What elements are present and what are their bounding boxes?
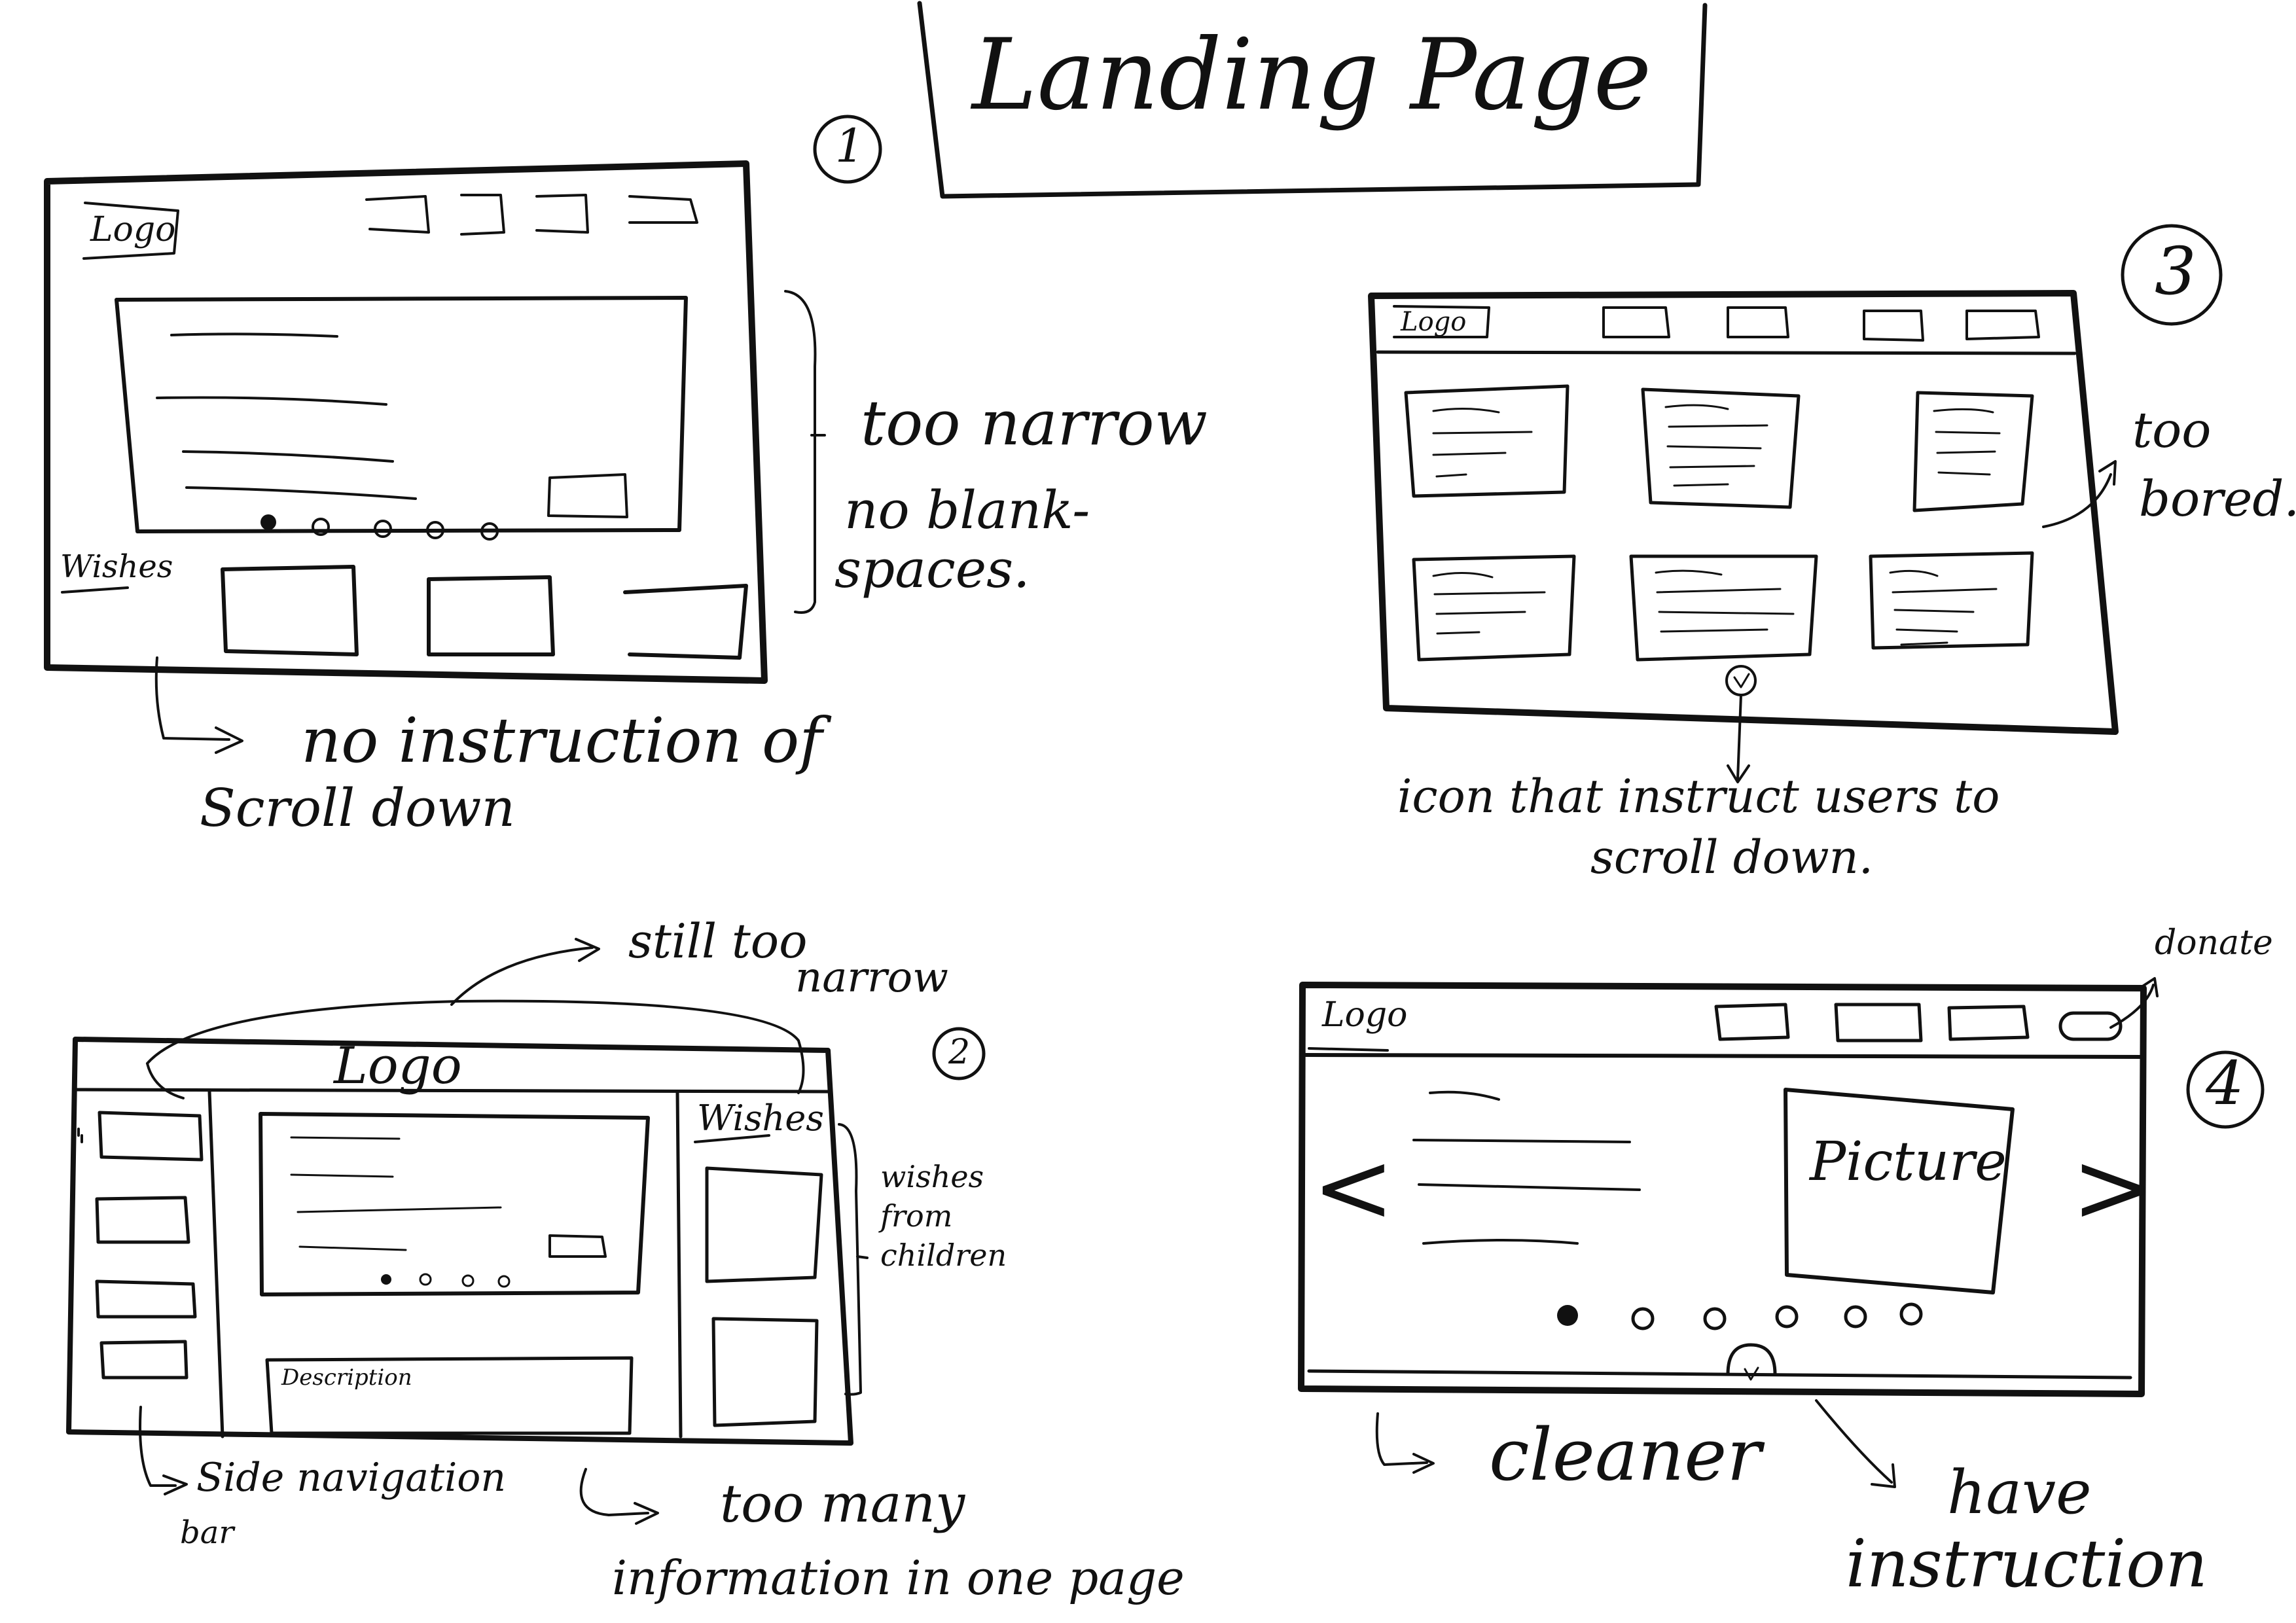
sketch-2-side-note-line-3: children (880, 1238, 1007, 1273)
sketch-1-note-line-1: too narrow (861, 387, 1208, 459)
sketch-1-banner-text-lines (156, 332, 417, 500)
sketch-4-number: 4 (2206, 1048, 2244, 1118)
sketch-1-banner-button (547, 473, 628, 518)
sketch-2-info-comment-line-1: too many (720, 1473, 965, 1534)
sketch-3-number: 3 (2155, 233, 2197, 310)
sketch-4-header-divider (1304, 1053, 2144, 1059)
sketch-4-logo: Logo (1322, 995, 1408, 1035)
sketch-1-wishes-label: Wishes (60, 548, 173, 585)
sketch-2-side-nav-items (95, 1111, 204, 1380)
sketch-1-comment-line-1: no instruction of (301, 705, 823, 777)
sketch-2-wishes-label: Wishes (697, 1097, 824, 1139)
sketch-3-comment-line-1: icon that instruct users to (1397, 770, 2000, 823)
sketch-2-banner-button (548, 1234, 607, 1258)
sketch-3-card-lines (1432, 404, 2001, 646)
sketch-2-banner-box (259, 1112, 650, 1296)
sketch-4-frame (1298, 982, 2147, 1397)
sketch-3-cards (1404, 384, 2034, 662)
sketch-3-note-arrow (2042, 460, 2117, 528)
sketch-2-top-note-line-1: still too (628, 914, 808, 969)
sketch-4-prev-arrow: < (1312, 1131, 1395, 1245)
sketch-1-brace (784, 290, 826, 614)
sketch-3-scroll-chevron (1733, 673, 1750, 688)
sketch-2-edge-tick (77, 1128, 83, 1143)
sketch-1-wishes-underline (61, 586, 129, 594)
sketch-2-dot-active (381, 1274, 391, 1285)
sketch-2-info-arrow (579, 1468, 659, 1525)
page-title: Landing Page (972, 18, 1652, 132)
sketch-2-wish-cards (705, 1166, 823, 1427)
sketch-3-scroll-icon (1725, 665, 1757, 696)
sketch-3-logo: Logo (1401, 307, 1467, 337)
sketch-2-info-comment-line-2: information in one page (612, 1550, 1185, 1605)
sketch-2-strokes (66, 938, 986, 1525)
sketch-4-dots (1631, 1302, 1923, 1330)
sketch-3-header-divider (1376, 350, 2077, 355)
sketch-2-description-label: Description (281, 1364, 412, 1391)
sketch-4-next-arrow: > (2072, 1131, 2154, 1245)
sketch-4-donate-label: donate (2155, 923, 2273, 963)
sketch-2-banner-text-lines (290, 1136, 502, 1251)
sketch-2-nav-comment-line-1: Side navigation (196, 1455, 507, 1501)
sketch-4-nav-buttons (1714, 1003, 2030, 1043)
sketch-1-note-line-3: spaces. (834, 539, 1030, 599)
sketch-4-cleaner-comment: cleaner (1489, 1413, 1761, 1497)
sketch-2-dots (419, 1273, 511, 1288)
sketch-3-strokes (1368, 224, 2223, 783)
sketch-3-comment-line-2: scroll down. (1590, 830, 1873, 884)
sketch-1-logo: Logo (90, 210, 176, 249)
sketch-2-note-arrow (450, 938, 600, 1006)
sketch-2-number: 2 (948, 1033, 971, 1072)
sketch-3-note-line-2: bored. (2139, 470, 2296, 527)
sketch-2-side-note-line-2: from (880, 1198, 953, 1234)
sketch-4-instruction-arrow (1815, 1399, 1896, 1488)
sketch-2-logo: Logo (334, 1037, 462, 1096)
sketch-4-scroll-tab (1726, 1343, 1777, 1376)
sketch-3-note-line-1: too (2132, 401, 2212, 459)
sketch-1-note-line-2: no blank- (844, 480, 1090, 541)
sketch-4-picture-label: Picture (1810, 1131, 2007, 1193)
sketch-3-nav-buttons (1602, 306, 2040, 342)
sketch-4-instruction-line-1: have (1947, 1457, 2092, 1527)
sketch-2-nav-arrow (139, 1406, 188, 1495)
sketch-4-instruction-line-2: instruction (1846, 1525, 2208, 1602)
sketch-2-nav-comment-line-2: bar (180, 1514, 234, 1551)
sketch-1-wish-cards (221, 565, 748, 660)
sketch-1-comment-line-2: Scroll down (200, 777, 515, 838)
sketch-sheet: Landing Page 1 Logo Wishes too narrow no… (0, 0, 2296, 1623)
sketch-4-cleaner-arrow (1375, 1412, 1435, 1474)
sketch-2-side-note-line-1: wishes (880, 1159, 984, 1194)
sketch-2-column-dividers (207, 1090, 683, 1438)
sketch-4-text-lines (1412, 1090, 1641, 1245)
sketch-4-dot-active (1557, 1305, 1578, 1326)
sketch-1-dot-active (260, 514, 276, 530)
sketch-1-number: 1 (835, 119, 865, 173)
sketch-2-top-note-line-2: narrow (795, 954, 948, 1002)
sketch-4-logo-underline (1308, 1047, 1389, 1052)
sketch-1-nav-buttons (365, 194, 698, 236)
sketch-4-footer-line (1307, 1369, 2132, 1380)
